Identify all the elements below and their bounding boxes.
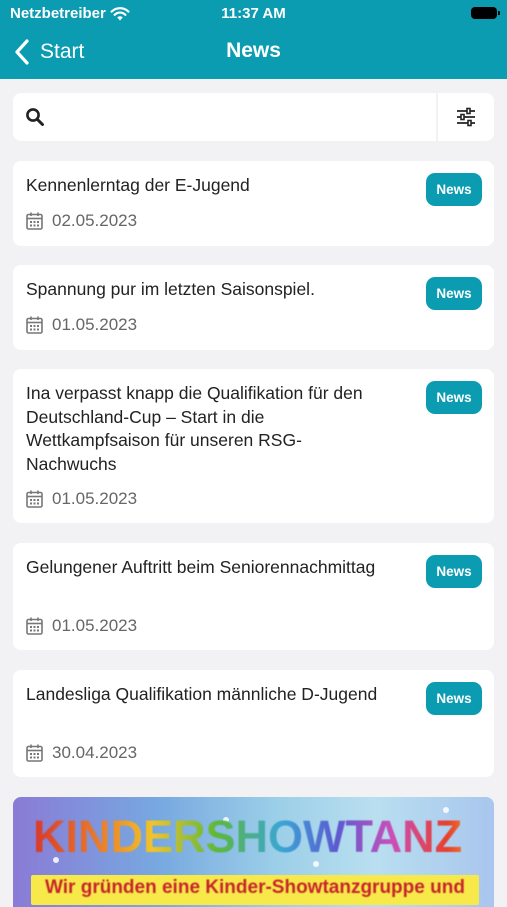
news-date: 30.04.2023 bbox=[52, 743, 138, 762]
category-badge: News bbox=[426, 173, 482, 206]
category-badge: News bbox=[426, 277, 482, 310]
status-time: 11:37 AM bbox=[221, 5, 286, 22]
news-title: Gelungener Auftritt beim Seniorennachmit… bbox=[26, 557, 376, 577]
category-badge: News bbox=[426, 381, 482, 414]
banner-subtitle: Wir gründen eine Kinder-Showtanzgruppe u… bbox=[45, 877, 465, 898]
news-date: 02.05.2023 bbox=[52, 211, 138, 230]
news-date-row: 02.05.2023 bbox=[26, 211, 137, 231]
news-card[interactable]: Landesliga Qualifikation männliche D-Jug… bbox=[13, 670, 494, 777]
search-bar bbox=[13, 93, 494, 141]
search-icon bbox=[26, 108, 44, 126]
filter-button[interactable] bbox=[438, 93, 494, 141]
news-date-row: 01.05.2023 bbox=[26, 489, 137, 509]
banner-subtitle-strip: Wir gründen eine Kinder-Showtanzgruppe u… bbox=[31, 875, 479, 905]
showtanz-banner[interactable]: KINDERSHOWTANZ Wir gründen eine Kinder-S… bbox=[13, 797, 494, 907]
search-field[interactable] bbox=[13, 93, 436, 141]
calendar-icon bbox=[26, 212, 43, 230]
news-title: Ina verpasst knapp die Qualifikation für… bbox=[26, 383, 363, 474]
chevron-left-icon bbox=[15, 39, 29, 65]
news-title: Kennenlerntag der E-Jugend bbox=[26, 175, 250, 195]
news-date-row: 30.04.2023 bbox=[26, 743, 137, 763]
category-badge: News bbox=[426, 682, 482, 715]
status-bar: Netzbetreiber 11:37 AM bbox=[0, 0, 507, 28]
news-date-row: 01.05.2023 bbox=[26, 315, 137, 335]
news-card[interactable]: Kennenlerntag der E-Jugend 02.05.2023 Ne… bbox=[13, 161, 494, 246]
sliders-icon bbox=[457, 107, 475, 127]
news-title: Spannung pur im letzten Saisonspiel. bbox=[26, 279, 315, 299]
news-date-row: 01.05.2023 bbox=[26, 616, 137, 636]
calendar-icon bbox=[26, 316, 43, 334]
back-button[interactable]: Start bbox=[14, 37, 84, 67]
news-card[interactable]: Gelungener Auftritt beim Seniorennachmit… bbox=[13, 543, 494, 650]
app-header: Netzbetreiber 11:37 AM Start News bbox=[0, 0, 507, 79]
battery-icon bbox=[471, 7, 500, 19]
search-input[interactable] bbox=[55, 97, 425, 137]
news-card[interactable]: Spannung pur im letzten Saisonspiel. 01.… bbox=[13, 265, 494, 350]
banner-title: KINDERSHOWTANZ bbox=[33, 811, 493, 863]
news-date: 01.05.2023 bbox=[52, 616, 138, 635]
back-label: Start bbox=[40, 40, 85, 63]
calendar-icon bbox=[26, 617, 43, 635]
news-card[interactable]: Ina verpasst knapp die Qualifikation für… bbox=[13, 369, 494, 523]
category-badge: News bbox=[426, 555, 482, 588]
news-title: Landesliga Qualifikation männliche D-Jug… bbox=[26, 684, 378, 704]
news-date: 01.05.2023 bbox=[52, 489, 138, 508]
calendar-icon bbox=[26, 744, 43, 762]
calendar-icon bbox=[26, 490, 43, 508]
news-date: 01.05.2023 bbox=[52, 315, 138, 334]
